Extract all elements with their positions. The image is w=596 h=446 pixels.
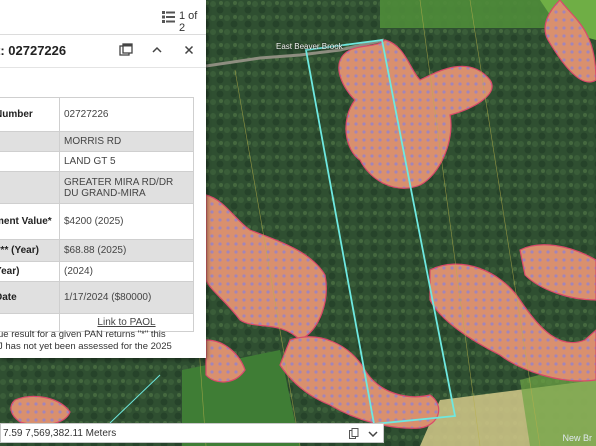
table-row: Number02727226 (0, 97, 194, 132)
close-icon[interactable] (181, 42, 197, 58)
table-row: GREATER MIRA RD/DR DU GRAND-MIRA (0, 171, 194, 204)
attr-value: MORRIS RD (59, 131, 194, 152)
attr-value: $68.88 (2025) (59, 239, 194, 262)
table-row: Year)(2024) (0, 261, 194, 282)
table-row: ment Value* $4200 (2025) (0, 203, 194, 240)
attr-key: Year) (0, 261, 60, 282)
popup-header: t: 02727226 (0, 35, 206, 68)
attr-value: GREATER MIRA RD/DR DU GRAND-MIRA (59, 171, 194, 204)
popup-pager: 1 of 2 (0, 0, 206, 35)
coordinate-bar: 7.59 7,569,382.11 Meters (0, 423, 384, 443)
attr-key (0, 131, 60, 152)
attr-key: Date (0, 281, 60, 314)
table-row: y** (Year)$68.88 (2025) (0, 239, 194, 262)
attr-key: ment Value* (0, 203, 60, 240)
attr-value: (2024) (59, 261, 194, 282)
collapse-icon[interactable] (149, 42, 165, 58)
popup-title: t: 02727226 (0, 43, 67, 58)
attr-value: 02727226 (59, 97, 194, 132)
table-row: LAND GT 5 (0, 151, 194, 172)
attr-key: Number (0, 97, 60, 132)
attr-key (0, 151, 60, 172)
table-row: MORRIS RD (0, 131, 194, 152)
footnote-text: ue result for a given PAN returns "*" th… (0, 329, 172, 352)
attr-key (0, 171, 60, 204)
table-row: Date1/17/2024 ($80000) (0, 281, 194, 314)
attribute-table: Number02727226 MORRIS RD LAND GT 5 GREAT… (0, 97, 194, 332)
attr-value: $4200 (2025) (59, 203, 194, 240)
feature-popup: 1 of 2 t: 02727226 Number02727226 MORRIS… (0, 0, 206, 358)
map-place-label: East Beaver Brook (276, 42, 343, 51)
attr-key: y** (Year) (0, 239, 60, 262)
attr-value: LAND GT 5 (59, 151, 194, 172)
page-count: 1 of 2 (179, 10, 198, 34)
attr-value: 1/17/2024 ($80000) (59, 281, 194, 314)
coordinate-readout: 7.59 7,569,382.11 Meters (3, 428, 117, 439)
chevron-down-icon[interactable] (367, 428, 379, 440)
feature-list-icon[interactable] (162, 11, 175, 23)
copy-icon[interactable] (349, 428, 359, 439)
dock-icon[interactable] (118, 42, 134, 58)
attribution-text: New Br (562, 433, 592, 443)
